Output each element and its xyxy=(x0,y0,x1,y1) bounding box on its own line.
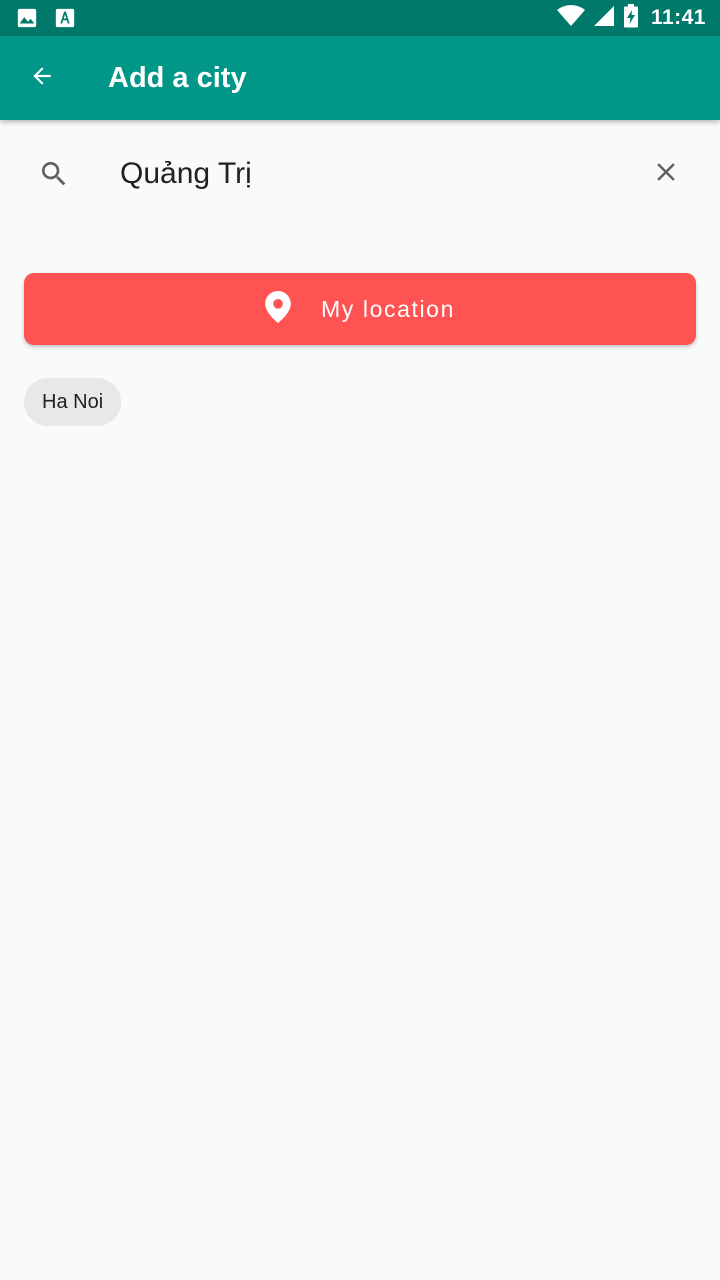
image-icon xyxy=(16,7,38,34)
map-pin-icon xyxy=(265,290,291,328)
back-button[interactable] xyxy=(18,54,66,102)
signal-icon xyxy=(593,5,615,32)
search-bar xyxy=(0,120,720,230)
app-bar: Add a city xyxy=(0,36,720,120)
status-time: 11:41 xyxy=(650,6,706,29)
page-title: Add a city xyxy=(108,62,247,94)
search-input[interactable] xyxy=(120,144,620,204)
my-location-label: My location xyxy=(321,295,455,322)
status-indicators: 11:41 xyxy=(556,0,706,36)
search-icon xyxy=(34,154,74,194)
my-location-button[interactable]: My location xyxy=(24,273,696,345)
battery-charging-icon xyxy=(623,3,639,33)
arrow-back-icon xyxy=(29,63,55,94)
close-icon xyxy=(651,157,681,192)
recent-city-chip[interactable]: Ha Noi xyxy=(24,378,122,426)
clear-search-button[interactable] xyxy=(642,150,690,198)
font-icon xyxy=(54,7,76,34)
chip-label: Ha Noi xyxy=(42,390,104,413)
status-notifications xyxy=(16,7,76,34)
status-bar: 11:41 xyxy=(0,0,720,36)
wifi-icon xyxy=(556,4,585,32)
